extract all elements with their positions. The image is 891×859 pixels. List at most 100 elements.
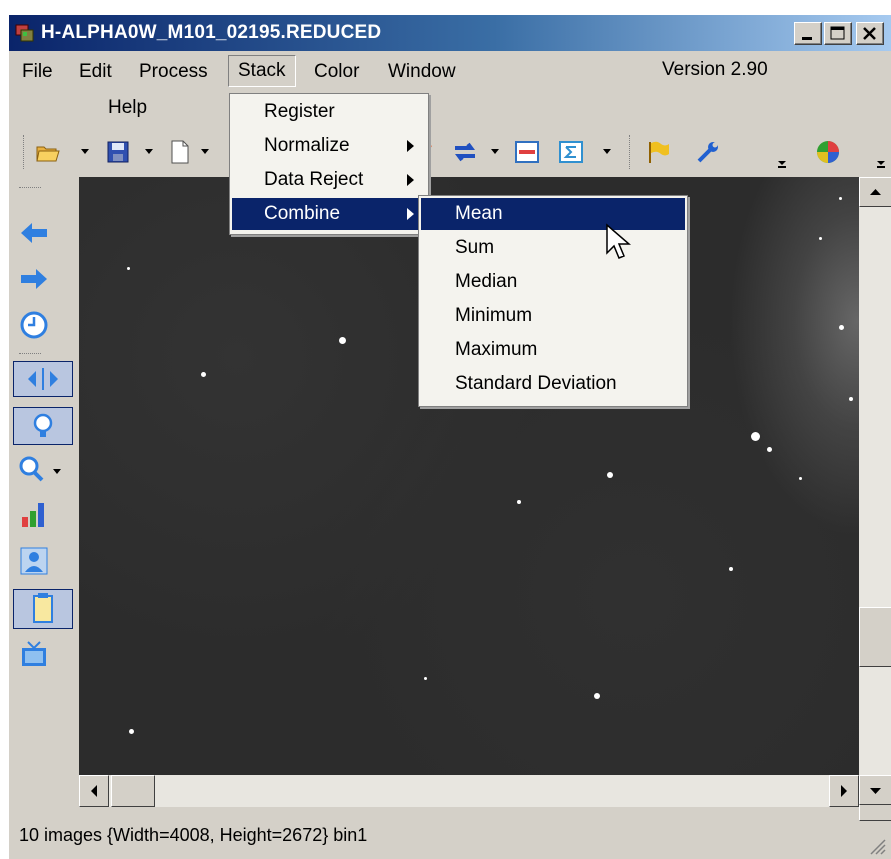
save-icon[interactable] — [105, 139, 131, 165]
monitor-icon[interactable] — [17, 639, 51, 671]
scroll-down-icon — [870, 788, 881, 794]
star — [799, 477, 802, 480]
combine-mean[interactable]: Mean — [421, 198, 685, 230]
open-dropdown-icon[interactable] — [81, 149, 89, 154]
submenu-arrow-icon — [407, 208, 414, 220]
lightbulb-button[interactable] — [13, 407, 73, 445]
swap-dropdown-icon[interactable] — [491, 149, 499, 154]
version-label: Version 2.90 — [662, 59, 768, 80]
vertical-scrollbar[interactable] — [859, 177, 891, 821]
clipboard-icon — [33, 593, 53, 623]
combine-minimum[interactable]: Minimum — [421, 300, 685, 332]
wrench-icon[interactable] — [695, 139, 721, 165]
star — [129, 729, 134, 734]
application-window: H-ALPHA0W_M101_02195.REDUCED File Edit P… — [8, 14, 891, 859]
title-bar[interactable]: H-ALPHA0W_M101_02195.REDUCED — [9, 15, 891, 51]
submenu-arrow-icon — [407, 140, 414, 152]
maximize-icon — [830, 26, 845, 40]
zoom-icon[interactable] — [15, 453, 65, 485]
close-icon — [863, 27, 876, 40]
submenu-arrow-icon — [407, 174, 414, 186]
save-dropdown-icon[interactable] — [145, 149, 153, 154]
sigma-dropdown-icon[interactable] — [603, 149, 611, 154]
stack-menu-data-reject[interactable]: Data Reject — [232, 164, 426, 196]
new-document-icon[interactable] — [167, 139, 193, 165]
left-toolbar-separator — [19, 353, 41, 354]
menu-file[interactable]: File — [13, 56, 62, 88]
minus-icon[interactable] — [514, 139, 540, 165]
star — [767, 447, 772, 452]
swap-icon[interactable] — [452, 139, 478, 165]
menu-help[interactable]: Help — [99, 92, 156, 124]
clock-icon[interactable] — [17, 309, 51, 341]
toolbar-separator — [629, 135, 632, 169]
star — [127, 267, 130, 270]
app-icon — [15, 24, 34, 42]
star — [339, 337, 346, 344]
star — [517, 500, 521, 504]
clipboard-button[interactable] — [13, 589, 73, 629]
status-bar: 10 images {Width=4008, Height=2672} bin1 — [9, 815, 891, 859]
combine-maximum[interactable]: Maximum — [421, 334, 685, 366]
horizontal-scroll-thumb[interactable] — [111, 775, 155, 807]
toolbar-overflow-icon-2[interactable] — [875, 157, 887, 171]
star — [839, 197, 842, 200]
scroll-up-icon — [870, 189, 881, 195]
star — [751, 432, 760, 441]
lightbulb-icon — [33, 413, 53, 437]
toolbar-grip[interactable] — [23, 135, 26, 169]
combine-sum[interactable]: Sum — [421, 232, 685, 264]
combine-median[interactable]: Median — [421, 266, 685, 298]
menu-edit[interactable]: Edit — [70, 56, 121, 88]
menu-process[interactable]: Process — [130, 56, 217, 88]
stack-menu: Register Normalize Data Reject Combine — [229, 93, 429, 235]
scroll-up-button[interactable] — [859, 177, 891, 207]
star — [607, 472, 613, 478]
histogram-icon[interactable] — [17, 499, 51, 531]
close-button[interactable] — [856, 22, 884, 45]
left-toolbar-grip[interactable] — [19, 187, 41, 188]
star — [594, 693, 600, 699]
vertical-scroll-thumb[interactable] — [859, 607, 891, 667]
scroll-left-button[interactable] — [79, 775, 109, 807]
scroll-left-icon — [91, 785, 97, 797]
scroll-right-button[interactable] — [829, 775, 859, 807]
star — [839, 325, 844, 330]
combine-standard-deviation[interactable]: Standard Deviation — [421, 368, 685, 400]
minimize-button[interactable] — [794, 22, 822, 45]
sigma-icon[interactable] — [558, 139, 584, 165]
stack-menu-normalize[interactable]: Normalize — [232, 130, 426, 162]
maximize-button[interactable] — [824, 22, 852, 45]
forward-arrow-icon[interactable] — [17, 263, 51, 295]
toolbar-overflow-icon[interactable] — [776, 157, 788, 171]
galaxy-glow — [729, 177, 869, 537]
document-dropdown-icon[interactable] — [201, 149, 209, 154]
color-wheel-icon[interactable] — [815, 139, 841, 165]
combine-label: Combine — [264, 203, 341, 224]
user-icon[interactable] — [17, 545, 51, 577]
toolbar — [9, 127, 891, 177]
normalize-label: Normalize — [264, 135, 350, 156]
scroll-right-icon — [841, 785, 847, 797]
flag-icon[interactable] — [645, 139, 671, 165]
scroll-down-button[interactable] — [859, 775, 891, 805]
resize-grip-icon[interactable] — [865, 834, 887, 856]
mouse-cursor-icon — [606, 223, 631, 259]
menu-stack[interactable]: Stack — [228, 55, 296, 87]
window-title: H-ALPHA0W_M101_02195.REDUCED — [41, 22, 382, 43]
register-label: Register — [264, 101, 335, 122]
horizontal-scrollbar[interactable] — [79, 775, 859, 807]
data-reject-label: Data Reject — [264, 169, 364, 190]
star — [819, 237, 822, 240]
menu-window[interactable]: Window — [379, 56, 465, 88]
stack-menu-register[interactable]: Register — [232, 96, 426, 128]
star — [201, 372, 206, 377]
stack-menu-combine[interactable]: Combine — [232, 198, 426, 230]
star — [424, 677, 427, 680]
combine-submenu: Mean Sum Median Minimum Maximum Standard… — [418, 195, 688, 407]
back-arrow-icon[interactable] — [17, 217, 51, 249]
open-folder-icon[interactable] — [35, 139, 61, 165]
menu-color[interactable]: Color — [305, 56, 368, 88]
star — [729, 567, 733, 571]
split-view-button[interactable] — [13, 361, 73, 397]
